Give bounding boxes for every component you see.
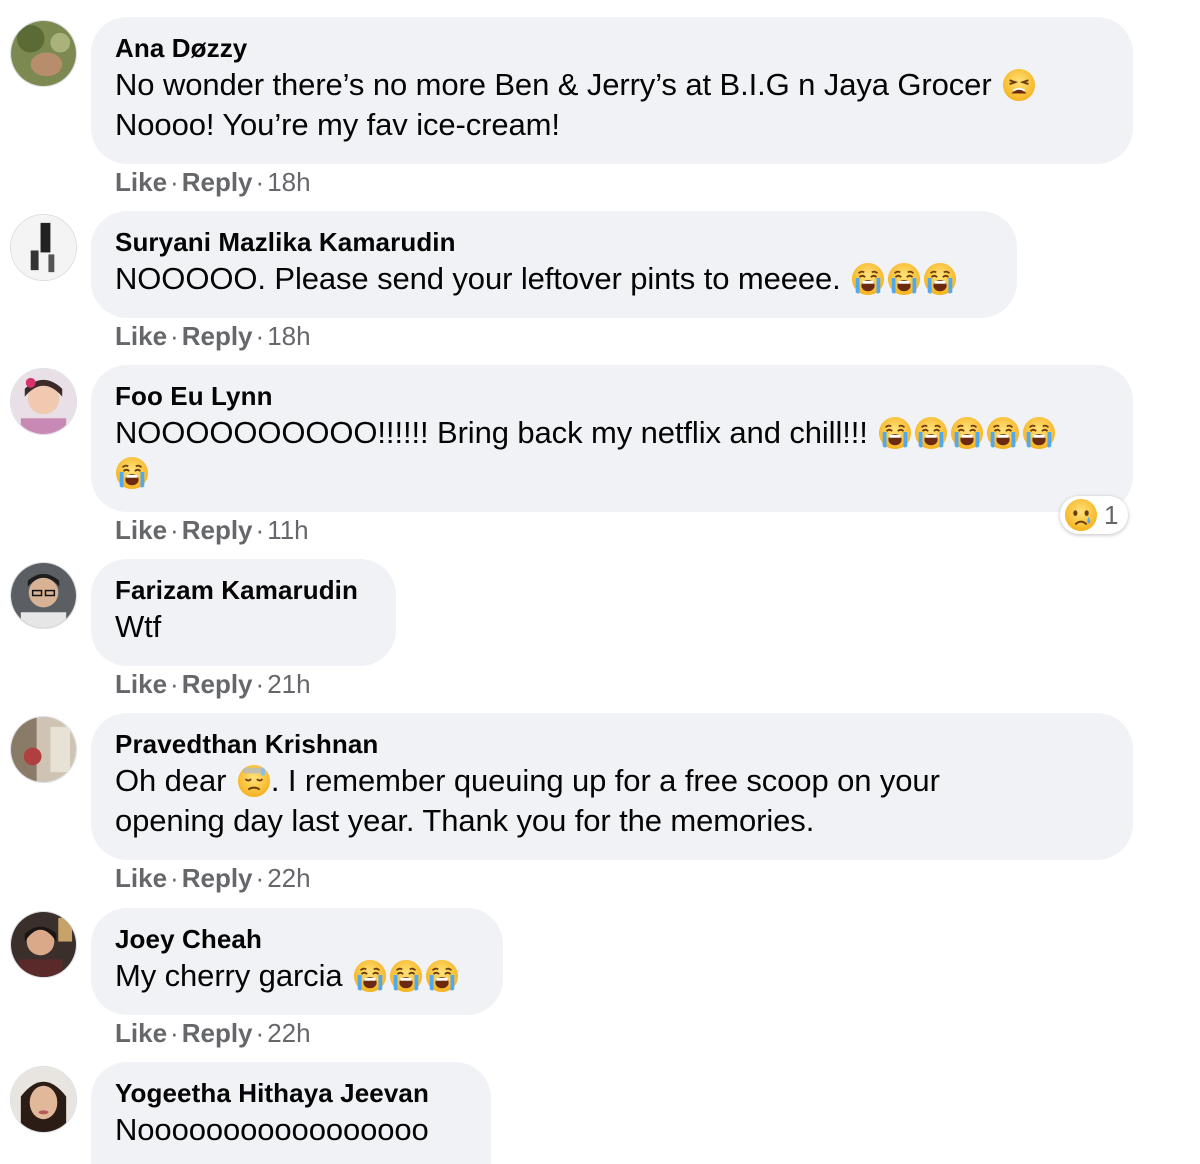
comment-text: My cherry garcia xyxy=(115,956,479,996)
comment-bubble: Suryani Mazlika Kamarudin NOOOOO. Please… xyxy=(91,211,1017,318)
comment-text: No wonder there’s no more Ben & Jerry’s … xyxy=(115,65,1109,145)
reaction-count-badge[interactable]: 1 xyxy=(1060,496,1129,534)
comment-bubble: Foo Eu Lynn NOOOOOOOOOO!!!!!! Bring back… xyxy=(91,365,1133,512)
loudly-crying-face-emoji-icon xyxy=(389,959,423,993)
comment-text-line: Oh dear xyxy=(115,763,227,798)
like-button[interactable]: Like xyxy=(115,515,167,545)
loudly-crying-face-emoji-icon xyxy=(851,262,885,296)
comment-text: NOOOOO. Please send your leftover pints … xyxy=(115,259,993,299)
reply-button[interactable]: Reply xyxy=(182,1018,253,1048)
comment-timestamp[interactable]: 11h xyxy=(267,515,308,545)
reply-button[interactable]: Reply xyxy=(182,515,253,545)
separator-dot: · xyxy=(255,515,265,545)
comment-bubble: Farizam Kamarudin Wtf xyxy=(91,559,396,666)
avatar[interactable] xyxy=(10,214,77,281)
comment-bubble: Yogeetha Hithaya Jeevan Nooooooooooooooo… xyxy=(91,1062,491,1164)
comment-text-line: My cherry garcia xyxy=(115,958,343,993)
reply-button[interactable]: Reply xyxy=(182,321,253,351)
comment-author[interactable]: Yogeetha Hithaya Jeevan xyxy=(115,1078,467,1108)
comment-author[interactable]: Ana Døzzy xyxy=(115,33,1109,63)
separator-dot: · xyxy=(170,1018,179,1048)
tired-face-emoji-icon xyxy=(1002,68,1036,102)
comment-bubble: Ana Døzzy No wonder there’s no more Ben … xyxy=(91,17,1133,164)
comment-actions: Like · Reply · 22h xyxy=(115,863,311,893)
loudly-crying-face-emoji-icon xyxy=(986,416,1020,450)
comment-author[interactable]: Pravedthan Krishnan xyxy=(115,729,1109,759)
separator-dot: · xyxy=(170,863,179,893)
avatar[interactable] xyxy=(10,368,77,435)
separator-dot: · xyxy=(170,167,179,197)
comment-text-line: . I remember queuing up for a free scoop… xyxy=(270,763,940,798)
like-button[interactable]: Like xyxy=(115,167,167,197)
separator-dot: · xyxy=(170,515,179,545)
comment-actions: Like · Reply · 21h xyxy=(115,669,311,699)
avatar[interactable] xyxy=(10,562,77,629)
sad-reaction-icon xyxy=(1064,498,1098,532)
comment-text: Wtf xyxy=(115,609,162,644)
comment-actions: Like · Reply · 22h xyxy=(115,1018,311,1048)
separator-dot: · xyxy=(255,321,265,351)
reply-button[interactable]: Reply xyxy=(182,167,253,197)
comment-text-line: No wonder there’s no more Ben & Jerry’s … xyxy=(115,67,992,102)
avatar[interactable] xyxy=(10,20,77,87)
comment-feed: Ana Døzzy No wonder there’s no more Ben … xyxy=(0,0,1200,1164)
comment-timestamp[interactable]: 22h xyxy=(267,863,310,893)
comment-timestamp[interactable]: 22h xyxy=(267,1018,310,1048)
comment-text: Nooooooooooooooooo xyxy=(115,1112,429,1147)
separator-dot: · xyxy=(255,669,265,699)
loudly-crying-face-emoji-icon xyxy=(923,262,957,296)
like-button[interactable]: Like xyxy=(115,1018,167,1048)
comment-text-line: Noooo! You’re my fav ice-cream! xyxy=(115,107,560,142)
comment-author[interactable]: Joey Cheah xyxy=(115,924,479,954)
comment-timestamp[interactable]: 21h xyxy=(267,669,310,699)
reaction-count: 1 xyxy=(1104,499,1119,530)
comment-actions: Like · Reply · 18h xyxy=(115,321,311,351)
separator-dot: · xyxy=(255,167,265,197)
comment-timestamp[interactable]: 18h xyxy=(267,321,310,351)
loudly-crying-face-emoji-icon xyxy=(1022,416,1056,450)
loudly-crying-face-emoji-icon xyxy=(887,262,921,296)
loudly-crying-face-emoji-icon xyxy=(115,456,149,490)
avatar[interactable] xyxy=(10,716,77,783)
like-button[interactable]: Like xyxy=(115,321,167,351)
loudly-crying-face-emoji-icon xyxy=(914,416,948,450)
like-button[interactable]: Like xyxy=(115,863,167,893)
separator-dot: · xyxy=(170,669,179,699)
comment-text: NOOOOOOOOOO!!!!!! Bring back my netflix … xyxy=(115,413,1109,493)
separator-dot: · xyxy=(255,1018,265,1048)
avatar[interactable] xyxy=(10,1066,77,1133)
comment-text-line: NOOOOO. Please send your leftover pints … xyxy=(115,261,841,296)
loudly-crying-face-emoji-icon xyxy=(425,959,459,993)
comment-bubble: Pravedthan Krishnan Oh dear . I remember… xyxy=(91,713,1133,860)
loudly-crying-face-emoji-icon xyxy=(878,416,912,450)
comment-text-line: opening day last year. Thank you for the… xyxy=(115,803,815,838)
comment-actions: Like · Reply · 18h xyxy=(115,167,311,197)
comment-author[interactable]: Suryani Mazlika Kamarudin xyxy=(115,227,993,257)
comment-timestamp[interactable]: 18h xyxy=(267,167,310,197)
downcast-face-with-sweat-emoji-icon xyxy=(237,764,271,798)
loudly-crying-face-emoji-icon xyxy=(950,416,984,450)
comment-bubble: Joey Cheah My cherry garcia xyxy=(91,908,503,1015)
reply-button[interactable]: Reply xyxy=(182,669,253,699)
separator-dot: · xyxy=(170,321,179,351)
avatar[interactable] xyxy=(10,911,77,978)
comment-actions: Like · Reply · 11h xyxy=(115,515,309,545)
loudly-crying-face-emoji-icon xyxy=(353,959,387,993)
like-button[interactable]: Like xyxy=(115,669,167,699)
comment-author[interactable]: Farizam Kamarudin xyxy=(115,575,372,605)
reply-button[interactable]: Reply xyxy=(182,863,253,893)
comment-author[interactable]: Foo Eu Lynn xyxy=(115,381,1109,411)
separator-dot: · xyxy=(255,863,265,893)
comment-text-line: NOOOOOOOOOO!!!!!! Bring back my netflix … xyxy=(115,415,868,450)
comment-text: Oh dear . I remember queuing up for a fr… xyxy=(115,761,1109,841)
